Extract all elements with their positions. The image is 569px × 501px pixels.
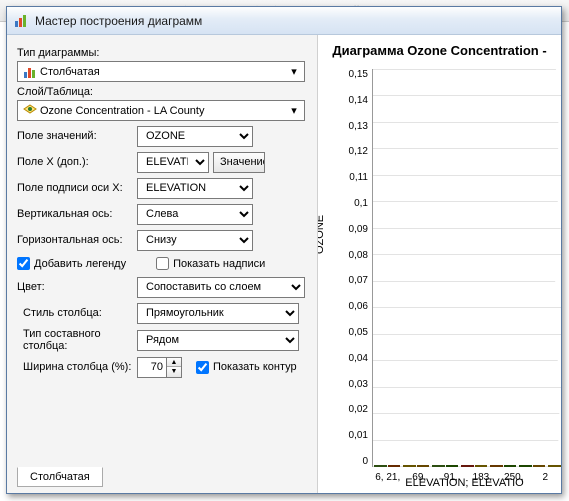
chart-bars: [372, 69, 561, 467]
color-select[interactable]: Сопоставить со слоем: [137, 277, 305, 298]
bar-group: [519, 465, 545, 467]
layer-select[interactable]: Ozone Concentration - LA County ▾: [17, 100, 305, 121]
show-labels-checkbox[interactable]: [156, 257, 169, 270]
bar-group: [461, 465, 487, 467]
multi-bar-label: Тип составного столбца:: [23, 328, 133, 352]
bar: [446, 465, 459, 467]
show-outline-checkbox[interactable]: [196, 361, 209, 374]
bar-group: [374, 465, 400, 467]
ytick: 0,07: [338, 275, 368, 286]
ytick: 0,12: [338, 146, 368, 157]
vaxis-select[interactable]: Слева: [137, 204, 253, 225]
series-tab[interactable]: Столбчатая: [17, 467, 103, 487]
value-field-select[interactable]: OZONE: [137, 126, 253, 147]
ytick: 0,03: [338, 379, 368, 390]
add-legend-label: Добавить легенду: [34, 258, 126, 270]
chart-yticks: 0,15 0,14 0,13 0,12 0,11 0,1 0,09 0,08 0,07 0,06 0…: [338, 69, 368, 467]
bar-group: [403, 465, 429, 467]
x-field-select[interactable]: ELEVATION: [137, 152, 209, 173]
ytick: 0,13: [338, 121, 368, 132]
bar-style-label: Стиль столбца:: [23, 307, 133, 319]
x-label-field-label: Поле подписи оси X:: [17, 182, 133, 194]
ytick: 0,09: [338, 224, 368, 235]
chart-ylabel: OZONE: [317, 215, 326, 254]
chart-xlabel: ELEVATION; ELEVATIO: [318, 477, 561, 489]
bar-chart-icon: [22, 64, 38, 80]
layer-label: Слой/Таблица:: [17, 86, 309, 98]
chart-preview: Диаграмма Ozone Concentration - OZONE 0,…: [317, 35, 561, 493]
spinner-down-icon[interactable]: ▼: [167, 367, 181, 377]
bar-width-label: Ширина столбца (%):: [23, 361, 133, 373]
ytick: 0,1: [338, 198, 368, 209]
color-label: Цвет:: [17, 281, 133, 293]
bar: [374, 465, 387, 467]
layer-point-icon: [22, 103, 38, 119]
show-outline-label: Показать контур: [213, 361, 297, 373]
bar: [417, 465, 430, 467]
bar-group: [432, 465, 458, 467]
spinner-up-icon[interactable]: ▲: [167, 358, 181, 368]
bar-group: [548, 465, 561, 467]
chevron-down-icon: ▾: [286, 104, 302, 117]
bar-style-select[interactable]: Прямоугольник: [137, 303, 299, 324]
x-value-button[interactable]: Значение: [213, 152, 265, 173]
ytick: 0,08: [338, 250, 368, 261]
ytick: 0,06: [338, 301, 368, 312]
haxis-select[interactable]: Снизу: [137, 230, 253, 251]
chart-area: OZONE 0,150,140,130,120,110,10,090,080,0…: [326, 69, 561, 467]
bar: [504, 465, 517, 467]
show-labels-label: Показать надписи: [173, 258, 265, 270]
ytick: 0,15: [338, 69, 368, 80]
ytick: 0,14: [338, 95, 368, 106]
chart-title: Диаграмма Ozone Concentration -: [322, 43, 557, 58]
multi-bar-select[interactable]: Рядом: [137, 330, 299, 351]
ytick: 0,01: [338, 430, 368, 441]
chart-type-label: Тип диаграммы:: [17, 47, 309, 59]
chart-type-value: Столбчатая: [40, 66, 286, 78]
value-field-label: Поле значений:: [17, 130, 133, 142]
ytick: 0,04: [338, 353, 368, 364]
ytick: 0,11: [338, 172, 368, 183]
add-legend-checkbox[interactable]: [17, 257, 30, 270]
ytick: 0: [338, 456, 368, 467]
bar: [475, 465, 488, 467]
bar-width-spinner[interactable]: ▲▼: [137, 357, 182, 378]
bar-width-input[interactable]: [138, 358, 166, 377]
ytick: 0,05: [338, 327, 368, 338]
chevron-down-icon: ▾: [286, 65, 302, 78]
bar: [533, 465, 546, 467]
x-label-field-select[interactable]: ELEVATION: [137, 178, 253, 199]
form-pane: Тип диаграммы: Столбчатая ▾ Слой/Таблица…: [7, 35, 317, 493]
chart-type-select[interactable]: Столбчатая ▾: [17, 61, 305, 82]
bar: [490, 465, 503, 467]
bar: [432, 465, 445, 467]
chart-wizard-icon: [13, 13, 29, 29]
bar: [548, 465, 561, 467]
bar-group: [490, 465, 516, 467]
window-title: Мастер построения диаграмм: [35, 14, 202, 28]
titlebar: Мастер построения диаграмм: [7, 7, 561, 35]
dialog-window: Мастер построения диаграмм Тип диаграммы…: [6, 6, 562, 494]
bar: [461, 465, 474, 467]
ytick: 0,02: [338, 404, 368, 415]
x-field-label: Поле X (доп.):: [17, 156, 133, 168]
bar: [519, 465, 532, 467]
vaxis-label: Вертикальная ось:: [17, 208, 133, 220]
bar: [403, 465, 416, 467]
bar: [388, 465, 401, 467]
layer-value: Ozone Concentration - LA County: [40, 105, 286, 117]
haxis-label: Горизонтальная ось:: [17, 234, 133, 246]
